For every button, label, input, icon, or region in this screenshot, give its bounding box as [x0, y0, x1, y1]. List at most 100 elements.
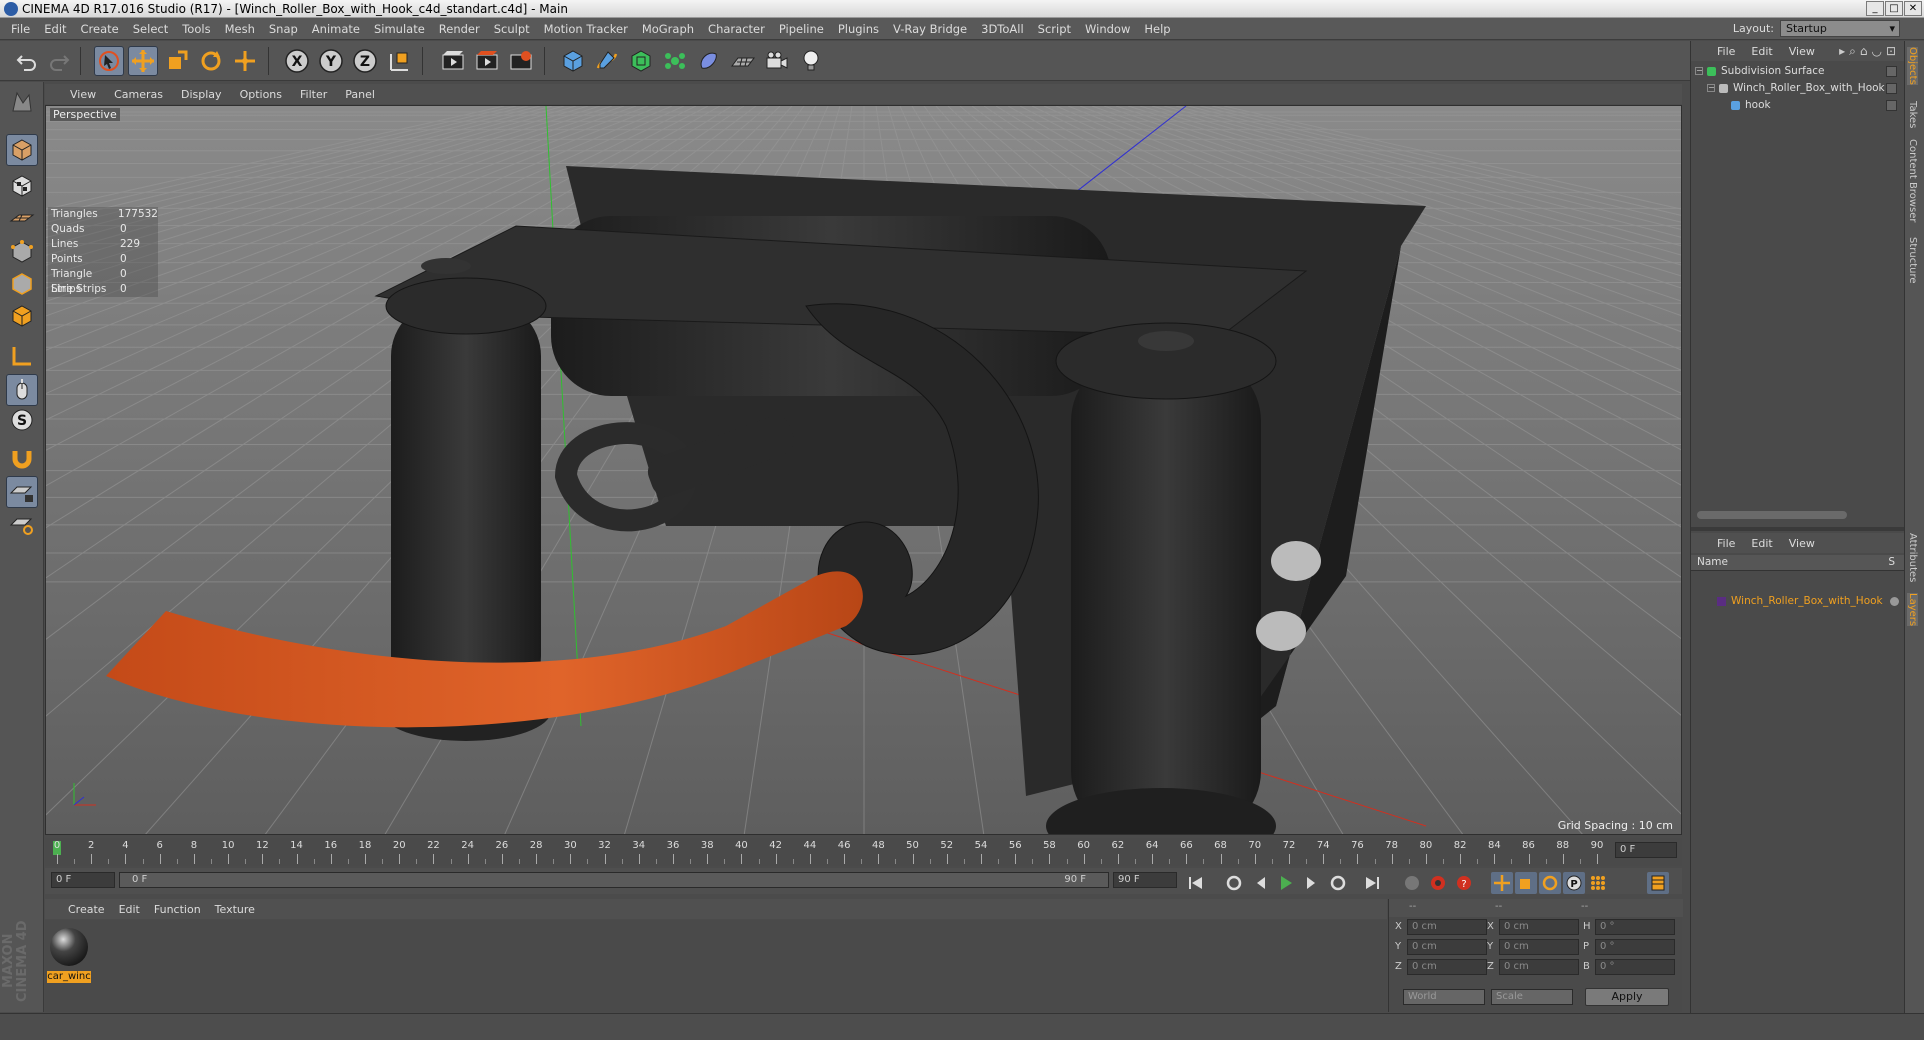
current-frame-field[interactable]: 0 F: [1615, 842, 1677, 858]
coord-value-field[interactable]: 0 cm: [1499, 919, 1579, 935]
material-swatch[interactable]: car_winc: [47, 926, 91, 983]
menu-window[interactable]: Window: [1078, 18, 1137, 40]
keyframe-selection-icon[interactable]: ?: [1453, 872, 1475, 894]
menu-tools[interactable]: Tools: [175, 18, 217, 40]
pen-spline-icon[interactable]: [592, 46, 622, 76]
menu-help[interactable]: Help: [1137, 18, 1177, 40]
light-icon[interactable]: [796, 46, 826, 76]
menu-edit[interactable]: Edit: [37, 18, 73, 40]
visibility-tag-icon[interactable]: [1886, 100, 1897, 111]
x-axis-lock-icon[interactable]: X: [282, 46, 312, 76]
world-dropdown[interactable]: World: [1403, 989, 1485, 1005]
render-view-icon[interactable]: [438, 46, 468, 76]
expand-toggle-icon[interactable]: −: [1707, 84, 1715, 92]
material-menu-edit[interactable]: Edit: [112, 903, 147, 916]
menu-animate[interactable]: Animate: [305, 18, 367, 40]
go-to-end-icon[interactable]: [1361, 872, 1383, 894]
key-position-icon[interactable]: [1491, 872, 1513, 894]
magnet-icon[interactable]: [6, 442, 38, 474]
rotate-tool-icon[interactable]: [196, 46, 226, 76]
layer-menu-edit[interactable]: Edit: [1743, 537, 1780, 550]
record-keys-icon[interactable]: [1401, 872, 1423, 894]
snapping-icon[interactable]: S: [6, 404, 38, 436]
visibility-tag-icon[interactable]: [1886, 66, 1897, 77]
tab-layers[interactable]: Layers: [1907, 593, 1918, 627]
go-to-previous-key-icon[interactable]: [1223, 872, 1245, 894]
live-selection-icon[interactable]: [94, 46, 124, 76]
coord-value-field[interactable]: 0 cm: [1407, 959, 1487, 975]
object-menu-file[interactable]: File: [1709, 45, 1743, 58]
coord-value-field[interactable]: 0 cm: [1407, 919, 1487, 935]
object-manager-tools-icons[interactable]: ▸⌕⌂◡⊡: [1839, 44, 1900, 59]
mograph-cloner-icon[interactable]: [660, 46, 690, 76]
tab-objects[interactable]: Objects: [1907, 47, 1918, 85]
coordinate-system-icon[interactable]: [384, 46, 414, 76]
coord-value-field[interactable]: 0 cm: [1407, 939, 1487, 955]
coord-value-field[interactable]: 0 °: [1595, 959, 1675, 975]
redo-icon[interactable]: [44, 46, 74, 76]
viewport-menu-options[interactable]: Options: [231, 88, 291, 101]
end-frame-field[interactable]: 90 F: [1113, 872, 1177, 888]
coord-value-field[interactable]: 0 cm: [1499, 939, 1579, 955]
menu-pipeline[interactable]: Pipeline: [772, 18, 831, 40]
coord-value-field[interactable]: 0 °: [1595, 939, 1675, 955]
menu-plugins[interactable]: Plugins: [831, 18, 886, 40]
axis-mode-icon[interactable]: [6, 340, 38, 372]
menu-v-ray-bridge[interactable]: V-Ray Bridge: [886, 18, 974, 40]
menu-create[interactable]: Create: [74, 18, 126, 40]
menu-select[interactable]: Select: [126, 18, 175, 40]
menu-mograph[interactable]: MoGraph: [635, 18, 701, 40]
object-tree-row[interactable]: hook: [1691, 97, 1905, 114]
key-point-level-icon[interactable]: [1587, 872, 1609, 894]
tweak-mode-icon[interactable]: [6, 374, 38, 406]
material-menu-function[interactable]: Function: [147, 903, 208, 916]
go-to-start-icon[interactable]: [1185, 872, 1207, 894]
recent-tool-icon[interactable]: [230, 46, 260, 76]
menu-render[interactable]: Render: [432, 18, 487, 40]
material-menu-texture[interactable]: Texture: [208, 903, 262, 916]
scale-tool-icon[interactable]: [162, 46, 192, 76]
layer-visibility-icon[interactable]: [1890, 597, 1899, 606]
apply-button[interactable]: Apply: [1585, 988, 1669, 1006]
model-mode-icon[interactable]: [6, 134, 38, 166]
edges-mode-icon[interactable]: [6, 268, 38, 300]
undo-icon[interactable]: [12, 46, 42, 76]
key-rotation-icon[interactable]: [1539, 872, 1561, 894]
menu-snap[interactable]: Snap: [262, 18, 305, 40]
frame-range-slider[interactable]: 0 F 90 F: [119, 872, 1109, 888]
menu-character[interactable]: Character: [701, 18, 772, 40]
viewport-menu-panel[interactable]: Panel: [336, 88, 384, 101]
object-menu-edit[interactable]: Edit: [1743, 45, 1780, 58]
menu-simulate[interactable]: Simulate: [367, 18, 432, 40]
expand-toggle-icon[interactable]: −: [1695, 67, 1703, 75]
autokeying-icon[interactable]: [1427, 872, 1449, 894]
tab-takes[interactable]: Takes: [1907, 101, 1918, 128]
go-to-next-key-icon[interactable]: [1327, 872, 1349, 894]
workplane-mode-icon[interactable]: [6, 202, 38, 234]
layer-row[interactable]: Winch_Roller_Box_with_Hook: [1691, 593, 1905, 610]
timeline-ruler[interactable]: 0 2 4 6 8 10 12 14 16 18 20 22 24 26 28 30 32 34 36 38 40 42 4…: [45, 838, 1682, 866]
previous-frame-icon[interactable]: [1249, 872, 1271, 894]
viewport-menu-filter[interactable]: Filter: [291, 88, 336, 101]
menu-motion-tracker[interactable]: Motion Tracker: [537, 18, 635, 40]
layout-dropdown[interactable]: Startup: [1780, 20, 1900, 37]
material-menu-create[interactable]: Create: [61, 903, 112, 916]
layer-menu-file[interactable]: File: [1709, 537, 1743, 550]
z-axis-lock-icon[interactable]: Z: [350, 46, 380, 76]
render-to-picture-viewer-icon[interactable]: [472, 46, 502, 76]
tab-structure[interactable]: Structure: [1907, 237, 1918, 284]
menu-mesh[interactable]: Mesh: [218, 18, 262, 40]
texture-mode-icon[interactable]: [6, 170, 38, 202]
visibility-tag-icon[interactable]: [1886, 83, 1897, 94]
tab-attributes[interactable]: Attributes: [1907, 533, 1918, 582]
scale-dropdown[interactable]: Scale: [1491, 989, 1573, 1005]
tab-content-browser[interactable]: Content Browser: [1907, 139, 1918, 222]
object-tree-row[interactable]: − Winch_Roller_Box_with_Hook: [1691, 80, 1905, 97]
coord-value-field[interactable]: 0 cm: [1499, 959, 1579, 975]
make-editable-icon[interactable]: [6, 86, 38, 118]
move-tool-icon[interactable]: [128, 46, 158, 76]
menu-file[interactable]: File: [4, 18, 37, 40]
coord-value-field[interactable]: 0 °: [1595, 919, 1675, 935]
menu-sculpt[interactable]: Sculpt: [487, 18, 537, 40]
menu-script[interactable]: Script: [1031, 18, 1078, 40]
